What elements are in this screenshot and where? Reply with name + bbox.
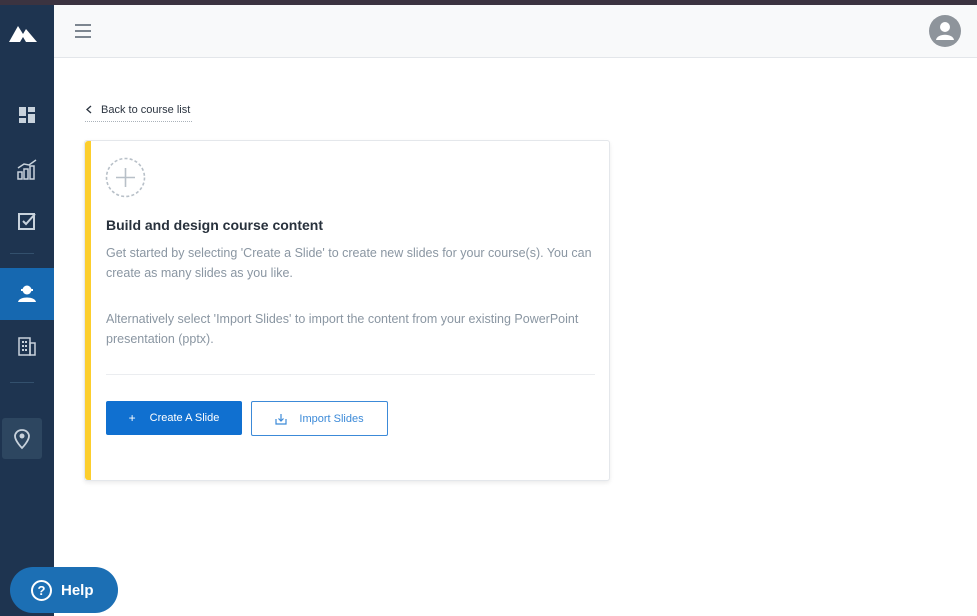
sidebar-item-reports[interactable]: [0, 146, 54, 194]
chart-icon: [17, 159, 37, 180]
question-circle-icon: ?: [31, 579, 52, 601]
back-link-label: Back to course list: [101, 103, 191, 116]
sidebar: [0, 5, 54, 616]
card-title: Build and design course content: [106, 217, 324, 233]
import-slides-button[interactable]: Import Slides: [251, 401, 388, 436]
user-icon: [18, 285, 36, 302]
help-button[interactable]: ? Help: [10, 567, 118, 613]
sidebar-divider: [10, 382, 34, 383]
chevron-left-icon: [86, 105, 92, 114]
sidebar-item-learner[interactable]: [0, 268, 54, 320]
add-circle-icon: [105, 157, 146, 198]
card-divider: [106, 374, 595, 375]
import-icon: [275, 413, 287, 425]
plus-icon: +: [128, 411, 136, 425]
create-slide-button[interactable]: + Create A Slide: [106, 401, 242, 435]
user-avatar-icon[interactable]: [929, 15, 961, 47]
map-pin-icon: [14, 428, 30, 449]
back-to-course-list-link[interactable]: Back to course list: [85, 98, 193, 122]
sidebar-item-tasks[interactable]: [0, 197, 54, 245]
card-description: Get started by selecting 'Create a Slide…: [106, 246, 592, 280]
hamburger-icon[interactable]: [75, 24, 91, 38]
checkbox-icon: [18, 213, 36, 230]
help-label: Help: [61, 581, 94, 599]
sidebar-item-dashboard[interactable]: [0, 91, 54, 139]
sidebar-item-location[interactable]: [2, 418, 42, 459]
dashboard-icon: [19, 107, 35, 123]
building-icon: [18, 337, 36, 356]
sidebar-divider: [10, 253, 34, 254]
card-accent-bar: [85, 141, 91, 480]
card-import-description: Alternatively select 'Import Slides' to …: [106, 312, 579, 346]
create-slide-label: Create A Slide: [149, 412, 220, 424]
sidebar-item-organization[interactable]: [0, 322, 54, 370]
top-header: [54, 5, 977, 58]
mountain-logo-icon[interactable]: [9, 22, 37, 42]
import-slides-label: Import Slides: [299, 412, 364, 425]
course-content-card: Build and design course content Get star…: [84, 140, 610, 481]
